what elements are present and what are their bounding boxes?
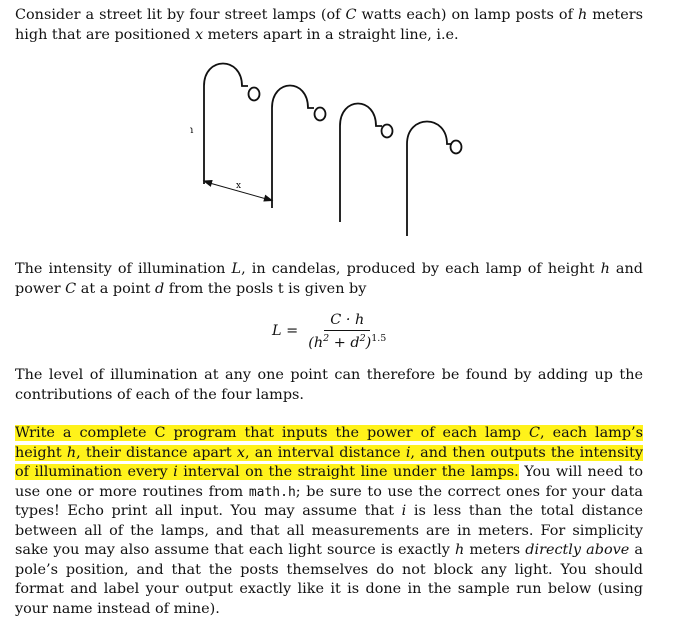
math-h-code: math.h <box>248 484 296 500</box>
intro-text: Consider a street lit by four street lam… <box>15 7 346 23</box>
intro-text: watts each) on lamp posts of <box>356 7 578 23</box>
lamp-head-4 <box>449 139 463 155</box>
formula-numerator: C · h <box>324 312 371 331</box>
street-lamps-figure: h x <box>190 62 463 236</box>
var-d: d <box>154 280 165 297</box>
lamp-head-3 <box>380 123 394 139</box>
var-h: h <box>577 7 588 23</box>
intensity-text: at a point <box>76 280 155 297</box>
intro-paragraph: Consider a street lit by four street lam… <box>15 6 643 45</box>
var-x: x <box>194 26 204 43</box>
formula-lhs: L = <box>272 323 299 340</box>
distance-label: x <box>236 181 241 191</box>
intensity-text: , in candelas, produced by each lamp of … <box>241 261 601 277</box>
task-paragraph: Write a complete C program that inputs t… <box>15 425 643 617</box>
emphasis-directly-above: directly above <box>525 542 630 558</box>
intensity-text: from the posls t is given by <box>164 280 367 297</box>
lamp-post-1 <box>203 62 248 184</box>
intro-text: meters apart in a straight line, i.e. <box>203 26 459 43</box>
formula-fraction: C · h (h2 + d2)1.5 <box>304 312 390 351</box>
lamp-head-1 <box>247 86 261 102</box>
lamp-head-2 <box>313 106 327 122</box>
task-text: meters <box>464 542 526 558</box>
var-C: C <box>65 280 77 297</box>
var-L: L <box>231 261 242 277</box>
var-h: h <box>600 261 610 277</box>
intensity-paragraph: The intensity of illumination L, in cand… <box>15 260 643 299</box>
level-paragraph: The level of illumination at any one poi… <box>15 366 643 405</box>
var-C: C <box>345 7 357 23</box>
height-label: h <box>190 125 194 136</box>
intensity-text: The intensity of illumination <box>15 261 232 277</box>
lamp-post-2 <box>271 84 314 208</box>
lamp-post-3 <box>339 102 382 222</box>
illumination-formula: L = C · h (h2 + d2)1.5 <box>272 312 390 351</box>
level-text: The level of illumination at any one poi… <box>15 367 643 403</box>
lamp-post-4 <box>406 120 452 236</box>
formula-denominator: (h2 + d2)1.5 <box>308 333 387 351</box>
